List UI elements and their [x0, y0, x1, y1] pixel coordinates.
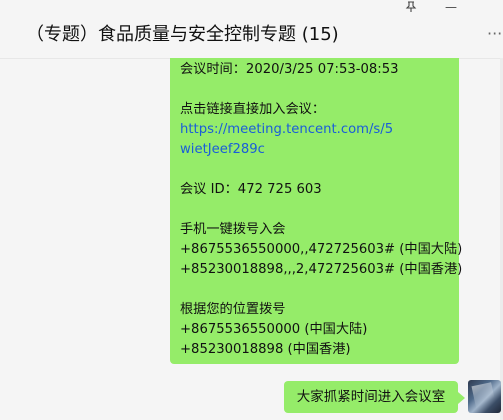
one-tap-hk: +85230018898,,,2,472725603# (中国香港) — [180, 262, 463, 277]
meeting-link[interactable]: https://meeting.tencent.com/s/5 — [180, 120, 449, 140]
one-tap-heading: 手机一键拨号入会 — [180, 222, 286, 237]
one-tap-mainland: +8675536550000,,472725603# (中国大陆) — [180, 242, 463, 257]
avatar-image-detail — [471, 382, 497, 412]
avatar[interactable] — [468, 380, 501, 413]
meeting-invite-message[interactable]: 会议时间：2020/3/25 07:53-08:53 点击链接直接加入会议： h… — [170, 58, 463, 364]
meeting-id-text: 会议 ID：472 725 603 — [180, 182, 322, 197]
minimize-button[interactable]: — — [445, 1, 457, 13]
meeting-time-text: 会议时间：2020/3/25 07:53-08:53 — [180, 62, 399, 77]
chat-header: （专题）食品质量与安全控制专题 (15) — ··· — [0, 0, 503, 59]
meeting-link-continued[interactable]: wietJeef289c — [180, 140, 449, 160]
dial-mainland: +8675536550000 (中国大陆) — [180, 322, 368, 337]
bubble-tail — [458, 392, 465, 404]
chat-title: （专题）食品质量与安全控制专题 (15) — [26, 24, 339, 45]
dial-hk: +85230018898 (中国香港) — [180, 342, 351, 357]
short-message-bubble[interactable]: 大家抓紧时间进入会议室 — [284, 381, 458, 413]
more-options-icon[interactable]: ··· — [487, 26, 502, 42]
dial-heading: 根据您的位置拨号 — [180, 302, 286, 317]
join-prompt-text: 点击链接直接加入会议： — [180, 102, 326, 117]
pin-icon[interactable] — [405, 1, 417, 15]
